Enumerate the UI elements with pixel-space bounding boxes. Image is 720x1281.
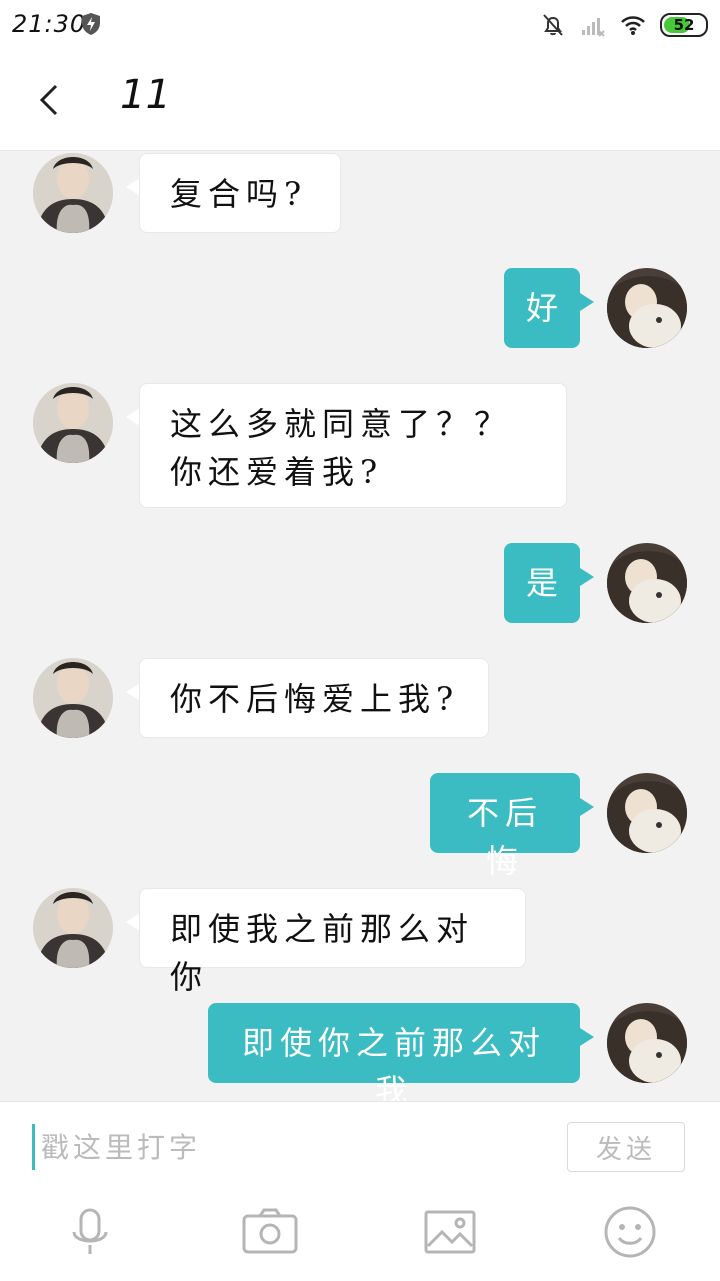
self-photo [607, 268, 687, 348]
message-bubble-outgoing[interactable]: 好 [504, 268, 580, 348]
battery-level: 52 [673, 16, 695, 34]
avatar-self[interactable] [607, 543, 687, 623]
battery-indicator: 52 [660, 13, 708, 37]
message-text: 不后悔 [466, 794, 543, 880]
avatar-self[interactable] [607, 268, 687, 348]
status-bar: 21:30 52 [0, 0, 720, 50]
message-bubble-incoming[interactable]: 即使我之前那么对你 [139, 888, 526, 996]
message-text: 这么多就同意了？？你还爱着我? [170, 405, 513, 491]
message-list[interactable]: 复合吗? 好 这么多就同意了？？你还爱着我? 是 你不后悔爱上我? 不后悔 即使… [0, 151, 720, 1101]
camera-icon[interactable] [240, 1202, 300, 1262]
back-arrow-icon[interactable] [30, 78, 70, 122]
message-input[interactable] [32, 1124, 542, 1170]
message-text: 即使你之前那么对我 [241, 1024, 546, 1101]
message-bubble-incoming[interactable]: 你不后悔爱上我? [139, 658, 489, 738]
avatar-self[interactable] [607, 1003, 687, 1083]
message-bubble-incoming[interactable]: 这么多就同意了？？你还爱着我? [139, 383, 567, 508]
bell-muted-icon [543, 14, 563, 36]
message-bubble-outgoing[interactable]: 即使你之前那么对我 [208, 1003, 580, 1101]
status-right: 52 [540, 10, 708, 40]
message-text: 你不后悔爱上我? [170, 680, 460, 718]
message-text: 即使我之前那么对你 [170, 910, 475, 996]
input-bar: 发送 [0, 1101, 720, 1281]
microphone-icon[interactable] [60, 1202, 120, 1262]
message-text: 复合吗? [170, 175, 308, 213]
avatar-contact[interactable] [33, 658, 113, 738]
image-icon[interactable] [420, 1202, 480, 1262]
self-photo [607, 1003, 687, 1083]
contact-photo [33, 383, 113, 463]
avatar-contact[interactable] [33, 153, 113, 233]
message-bubble-outgoing[interactable]: 是 [504, 543, 580, 623]
contact-photo [33, 888, 113, 968]
status-time: 21:30 [12, 10, 87, 38]
message-text: 是 [526, 564, 565, 602]
avatar-contact[interactable] [33, 888, 113, 968]
send-button[interactable]: 发送 [567, 1122, 685, 1172]
self-photo [607, 543, 687, 623]
avatar-self[interactable] [607, 773, 687, 853]
shield-bolt-icon [82, 13, 100, 35]
message-text: 好 [526, 289, 565, 327]
contact-photo [33, 153, 113, 233]
avatar-contact[interactable] [33, 383, 113, 463]
emoji-icon[interactable] [600, 1202, 660, 1262]
message-bubble-incoming[interactable]: 复合吗? [139, 153, 341, 233]
signal-icon [582, 18, 605, 37]
chat-title: 11 [120, 72, 171, 118]
self-photo [607, 773, 687, 853]
wifi-icon [621, 16, 645, 35]
chat-header: 11 [0, 50, 720, 151]
message-bubble-outgoing[interactable]: 不后悔 [430, 773, 580, 880]
contact-photo [33, 658, 113, 738]
